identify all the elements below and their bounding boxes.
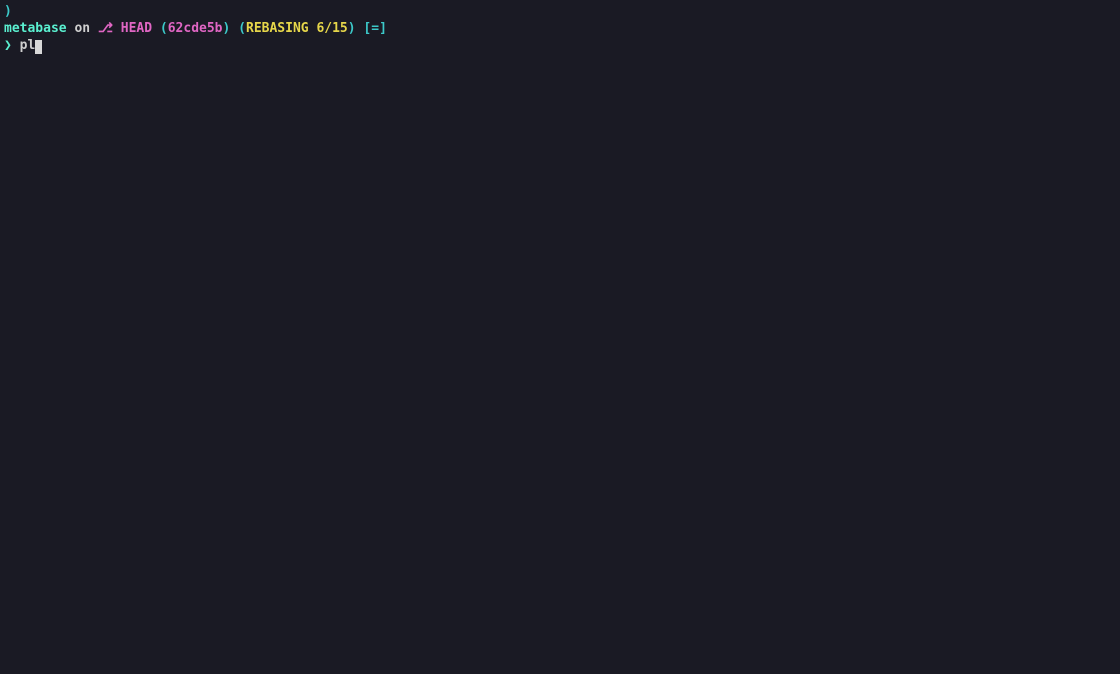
on-text: on	[67, 21, 98, 38]
command-input-line[interactable]: ❯ pl	[4, 38, 1116, 55]
space-2	[356, 21, 364, 38]
prompt-symbol: )	[4, 4, 12, 21]
space-1	[230, 21, 238, 38]
prompt-line-1: metabase on ⎇ HEAD ( 62cde5b ) ( REBASIN…	[4, 21, 1116, 38]
close-paren-1: )	[223, 21, 231, 38]
close-bracket: ]	[379, 21, 387, 38]
rebasing-status: REBASING 6/15	[246, 21, 348, 38]
prompt-arrow-icon: ❯	[4, 38, 12, 55]
equals-sign: =	[371, 21, 379, 38]
cursor-icon	[35, 40, 42, 54]
open-bracket: [	[363, 21, 371, 38]
directory-name: metabase	[4, 21, 67, 38]
branch-name: HEAD	[113, 21, 160, 38]
git-branch-icon: ⎇	[98, 21, 113, 38]
cmd-space	[12, 38, 20, 55]
close-paren-2: )	[348, 21, 356, 38]
commit-hash: 62cde5b	[168, 21, 223, 38]
open-paren-1: (	[160, 21, 168, 38]
open-paren-2: (	[238, 21, 246, 38]
prompt-line-0: )	[4, 4, 1116, 21]
typed-command[interactable]: pl	[20, 38, 36, 55]
